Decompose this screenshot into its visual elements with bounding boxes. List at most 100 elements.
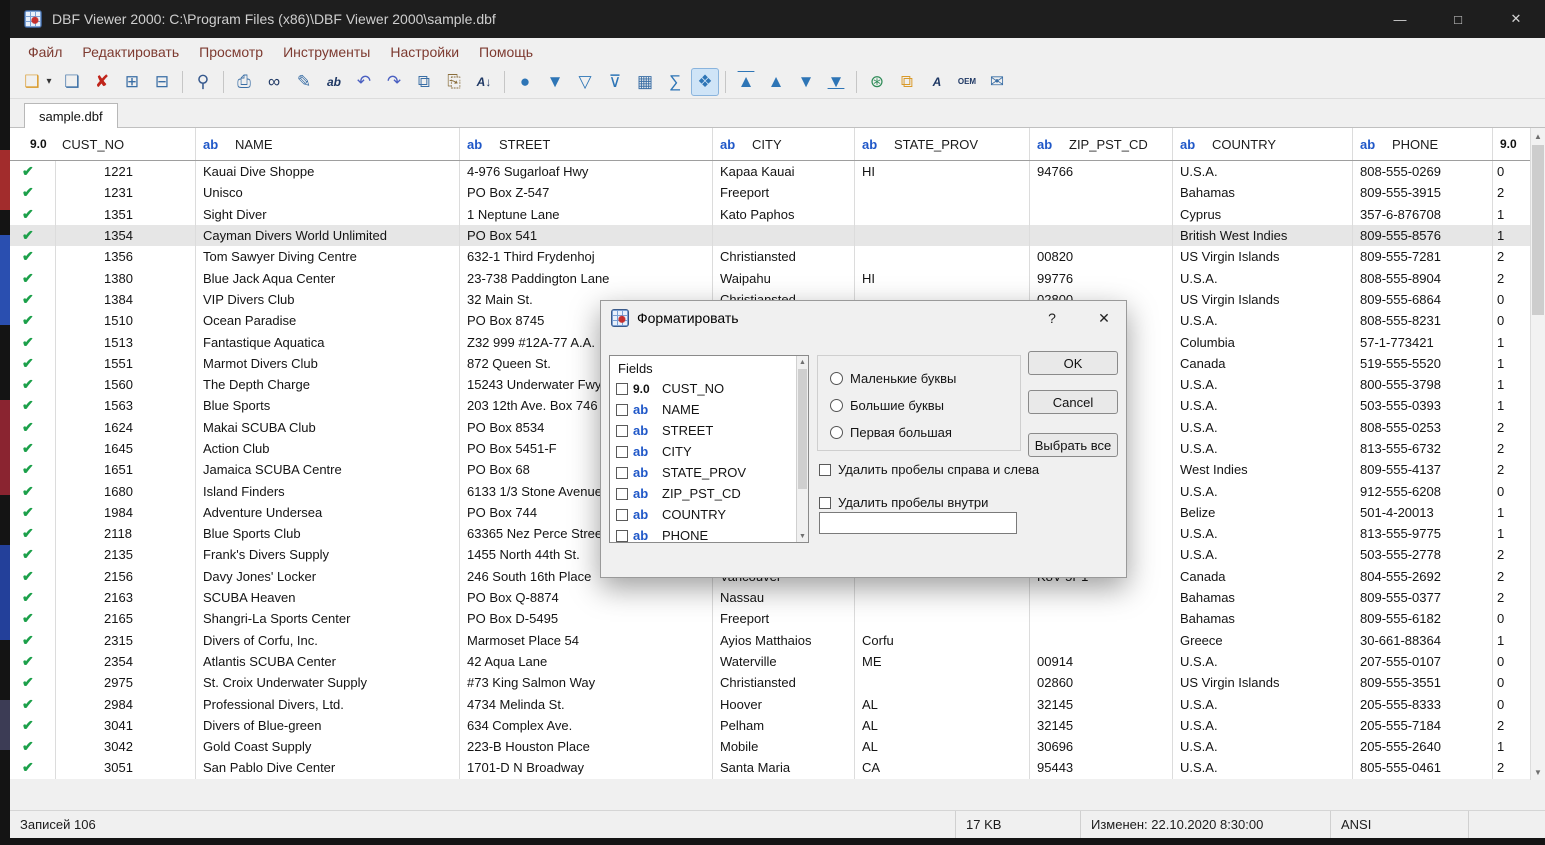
cell-country[interactable]: US Virgin Islands <box>1173 672 1353 693</box>
table-row[interactable]: ✔1231UniscoPO Box Z-547FreeportBahamas80… <box>10 182 1545 203</box>
paste-icon[interactable]: ⎘ <box>440 68 468 96</box>
cell-country[interactable]: U.S.A. <box>1173 161 1353 182</box>
cell-street[interactable]: 223-B Houston Place <box>460 736 713 757</box>
cell-zip_pst_cd[interactable] <box>1030 225 1173 246</box>
field-option-city[interactable]: abCITY <box>610 441 808 462</box>
cell-name[interactable]: Fantastique Aquatica <box>196 331 460 352</box>
grid-view-icon[interactable]: ▦ <box>631 68 659 96</box>
cell-zip_pst_cd[interactable]: 00914 <box>1030 651 1173 672</box>
cell-country[interactable]: U.S.A. <box>1173 267 1353 288</box>
column-header-country[interactable]: abCOUNTRY <box>1173 128 1353 160</box>
cell-country[interactable]: U.S.A. <box>1173 523 1353 544</box>
table-row[interactable]: ✔1354Cayman Divers World UnlimitedPO Box… <box>10 225 1545 246</box>
codepage-icon[interactable]: ⊛ <box>863 68 891 96</box>
oem-charset-icon[interactable]: OEM <box>953 68 981 96</box>
cell-country[interactable]: U.S.A. <box>1173 438 1353 459</box>
cell-state_prov[interactable] <box>855 587 1030 608</box>
new-file-icon[interactable]: ❏ <box>58 68 86 96</box>
cell-cust_no[interactable]: 2165 <box>56 608 196 629</box>
cell-zip_pst_cd[interactable] <box>1030 182 1173 203</box>
goto-record-icon[interactable]: ✎ <box>290 68 318 96</box>
minimize-button[interactable]: — <box>1371 0 1429 38</box>
cell-country[interactable]: U.S.A. <box>1173 736 1353 757</box>
cell-cust_no[interactable]: 2315 <box>56 630 196 651</box>
cell-cust_no[interactable]: 1380 <box>56 267 196 288</box>
cell-cust_no[interactable]: 2975 <box>56 672 196 693</box>
font-icon[interactable]: A <box>923 68 951 96</box>
cell-zip_pst_cd[interactable]: 32145 <box>1030 693 1173 714</box>
cell-phone[interactable]: 357-6-876708 <box>1353 204 1493 225</box>
cell-cust_no[interactable]: 1651 <box>56 459 196 480</box>
export-table-icon[interactable]: ⎙ <box>230 68 258 96</box>
cell-cust_no[interactable]: 1563 <box>56 395 196 416</box>
fields-scrollbar-thumb[interactable] <box>798 369 807 489</box>
cell-zip_pst_cd[interactable]: 94766 <box>1030 161 1173 182</box>
field-checkbox-icon[interactable] <box>616 467 628 479</box>
cell-cust_no[interactable]: 3042 <box>56 736 196 757</box>
close-button[interactable]: ✕ <box>1487 0 1545 38</box>
cell-cust_no[interactable]: 1624 <box>56 417 196 438</box>
cell-cust_no[interactable]: 1221 <box>56 161 196 182</box>
field-checkbox-icon[interactable] <box>616 530 628 542</box>
cell-country[interactable]: U.S.A. <box>1173 757 1353 778</box>
menu-item-help[interactable]: Помощь <box>469 41 543 63</box>
cell-city[interactable]: Kapaa Kauai <box>713 161 855 182</box>
cell-country[interactable]: Cyprus <box>1173 204 1353 225</box>
column-header-cust_no[interactable]: 9.0CUST_NO <box>10 128 196 160</box>
cell-city[interactable] <box>713 225 855 246</box>
cell-zip_pst_cd[interactable] <box>1030 204 1173 225</box>
field-checkbox-icon[interactable] <box>616 404 628 416</box>
cell-city[interactable]: Waipahu <box>713 267 855 288</box>
cell-state_prov[interactable]: HI <box>855 161 1030 182</box>
cell-phone[interactable]: 809-555-3551 <box>1353 672 1493 693</box>
sort-icon[interactable]: A↓ <box>470 68 498 96</box>
cell-cust_no[interactable]: 1356 <box>56 246 196 267</box>
table-row[interactable]: ✔2315Divers of Corfu, Inc.Marmoset Place… <box>10 630 1545 651</box>
table-row[interactable]: ✔1221Kauai Dive Shoppe4-976 Sugarloaf Hw… <box>10 161 1545 182</box>
field-option-state_prov[interactable]: abSTATE_PROV <box>610 462 808 483</box>
table-row[interactable]: ✔2354Atlantis SCUBA Center42 Aqua LaneWa… <box>10 651 1545 672</box>
cell-name[interactable]: Blue Sports <box>196 395 460 416</box>
field-checkbox-icon[interactable] <box>616 425 628 437</box>
cell-name[interactable]: Marmot Divers Club <box>196 353 460 374</box>
fields-scroll-down-icon[interactable]: ▼ <box>797 530 808 542</box>
dialog-title-bar[interactable]: Форматировать ? ✕ <box>601 301 1126 335</box>
dialog-close-button[interactable]: ✕ <box>1082 301 1126 335</box>
fields-scrollbar[interactable]: ▲ ▼ <box>796 356 808 542</box>
radio-circle-icon[interactable] <box>830 399 843 412</box>
cell-phone[interactable]: 503-555-0393 <box>1353 395 1493 416</box>
maximize-button[interactable]: □ <box>1429 0 1487 38</box>
cell-city[interactable]: Mobile <box>713 736 855 757</box>
cell-cust_no[interactable]: 2135 <box>56 544 196 565</box>
cell-cust_no[interactable]: 3051 <box>56 757 196 778</box>
cell-name[interactable]: Divers of Corfu, Inc. <box>196 630 460 651</box>
cell-phone[interactable]: 809-555-4137 <box>1353 459 1493 480</box>
cell-cust_no[interactable]: 1984 <box>56 502 196 523</box>
comment-icon[interactable]: ● <box>511 68 539 96</box>
cell-country[interactable]: U.S.A. <box>1173 480 1353 501</box>
cell-cust_no[interactable]: 1645 <box>56 438 196 459</box>
cell-country[interactable]: U.S.A. <box>1173 395 1353 416</box>
cell-country[interactable]: British West Indies <box>1173 225 1353 246</box>
cell-phone[interactable]: 808-555-8904 <box>1353 267 1493 288</box>
cell-name[interactable]: San Pablo Dive Center <box>196 757 460 778</box>
cell-country[interactable]: Columbia <box>1173 331 1353 352</box>
fields-scroll-up-icon[interactable]: ▲ <box>797 356 808 368</box>
scroll-down-icon[interactable]: ▼ <box>1531 764 1545 780</box>
copy-icon[interactable]: ⧉ <box>410 68 438 96</box>
cell-country[interactable]: U.S.A. <box>1173 544 1353 565</box>
cell-cust_no[interactable]: 2163 <box>56 587 196 608</box>
cell-phone[interactable]: 804-555-2692 <box>1353 566 1493 587</box>
cell-street[interactable]: PO Box 541 <box>460 225 713 246</box>
cell-country[interactable]: U.S.A. <box>1173 715 1353 736</box>
cell-country[interactable]: US Virgin Islands <box>1173 246 1353 267</box>
cell-cust_no[interactable]: 1351 <box>56 204 196 225</box>
column-header-zip_pst_cd[interactable]: abZIP_PST_CD <box>1030 128 1173 160</box>
open-file-menu-arrow-icon[interactable]: ▾ <box>42 68 56 96</box>
cell-country[interactable]: U.S.A. <box>1173 310 1353 331</box>
format-text-input[interactable] <box>819 512 1017 534</box>
cell-name[interactable]: Shangri-La Sports Center <box>196 608 460 629</box>
cell-street[interactable]: 1701-D N Broadway <box>460 757 713 778</box>
cell-name[interactable]: Gold Coast Supply <box>196 736 460 757</box>
dialog-help-button[interactable]: ? <box>1030 301 1074 335</box>
